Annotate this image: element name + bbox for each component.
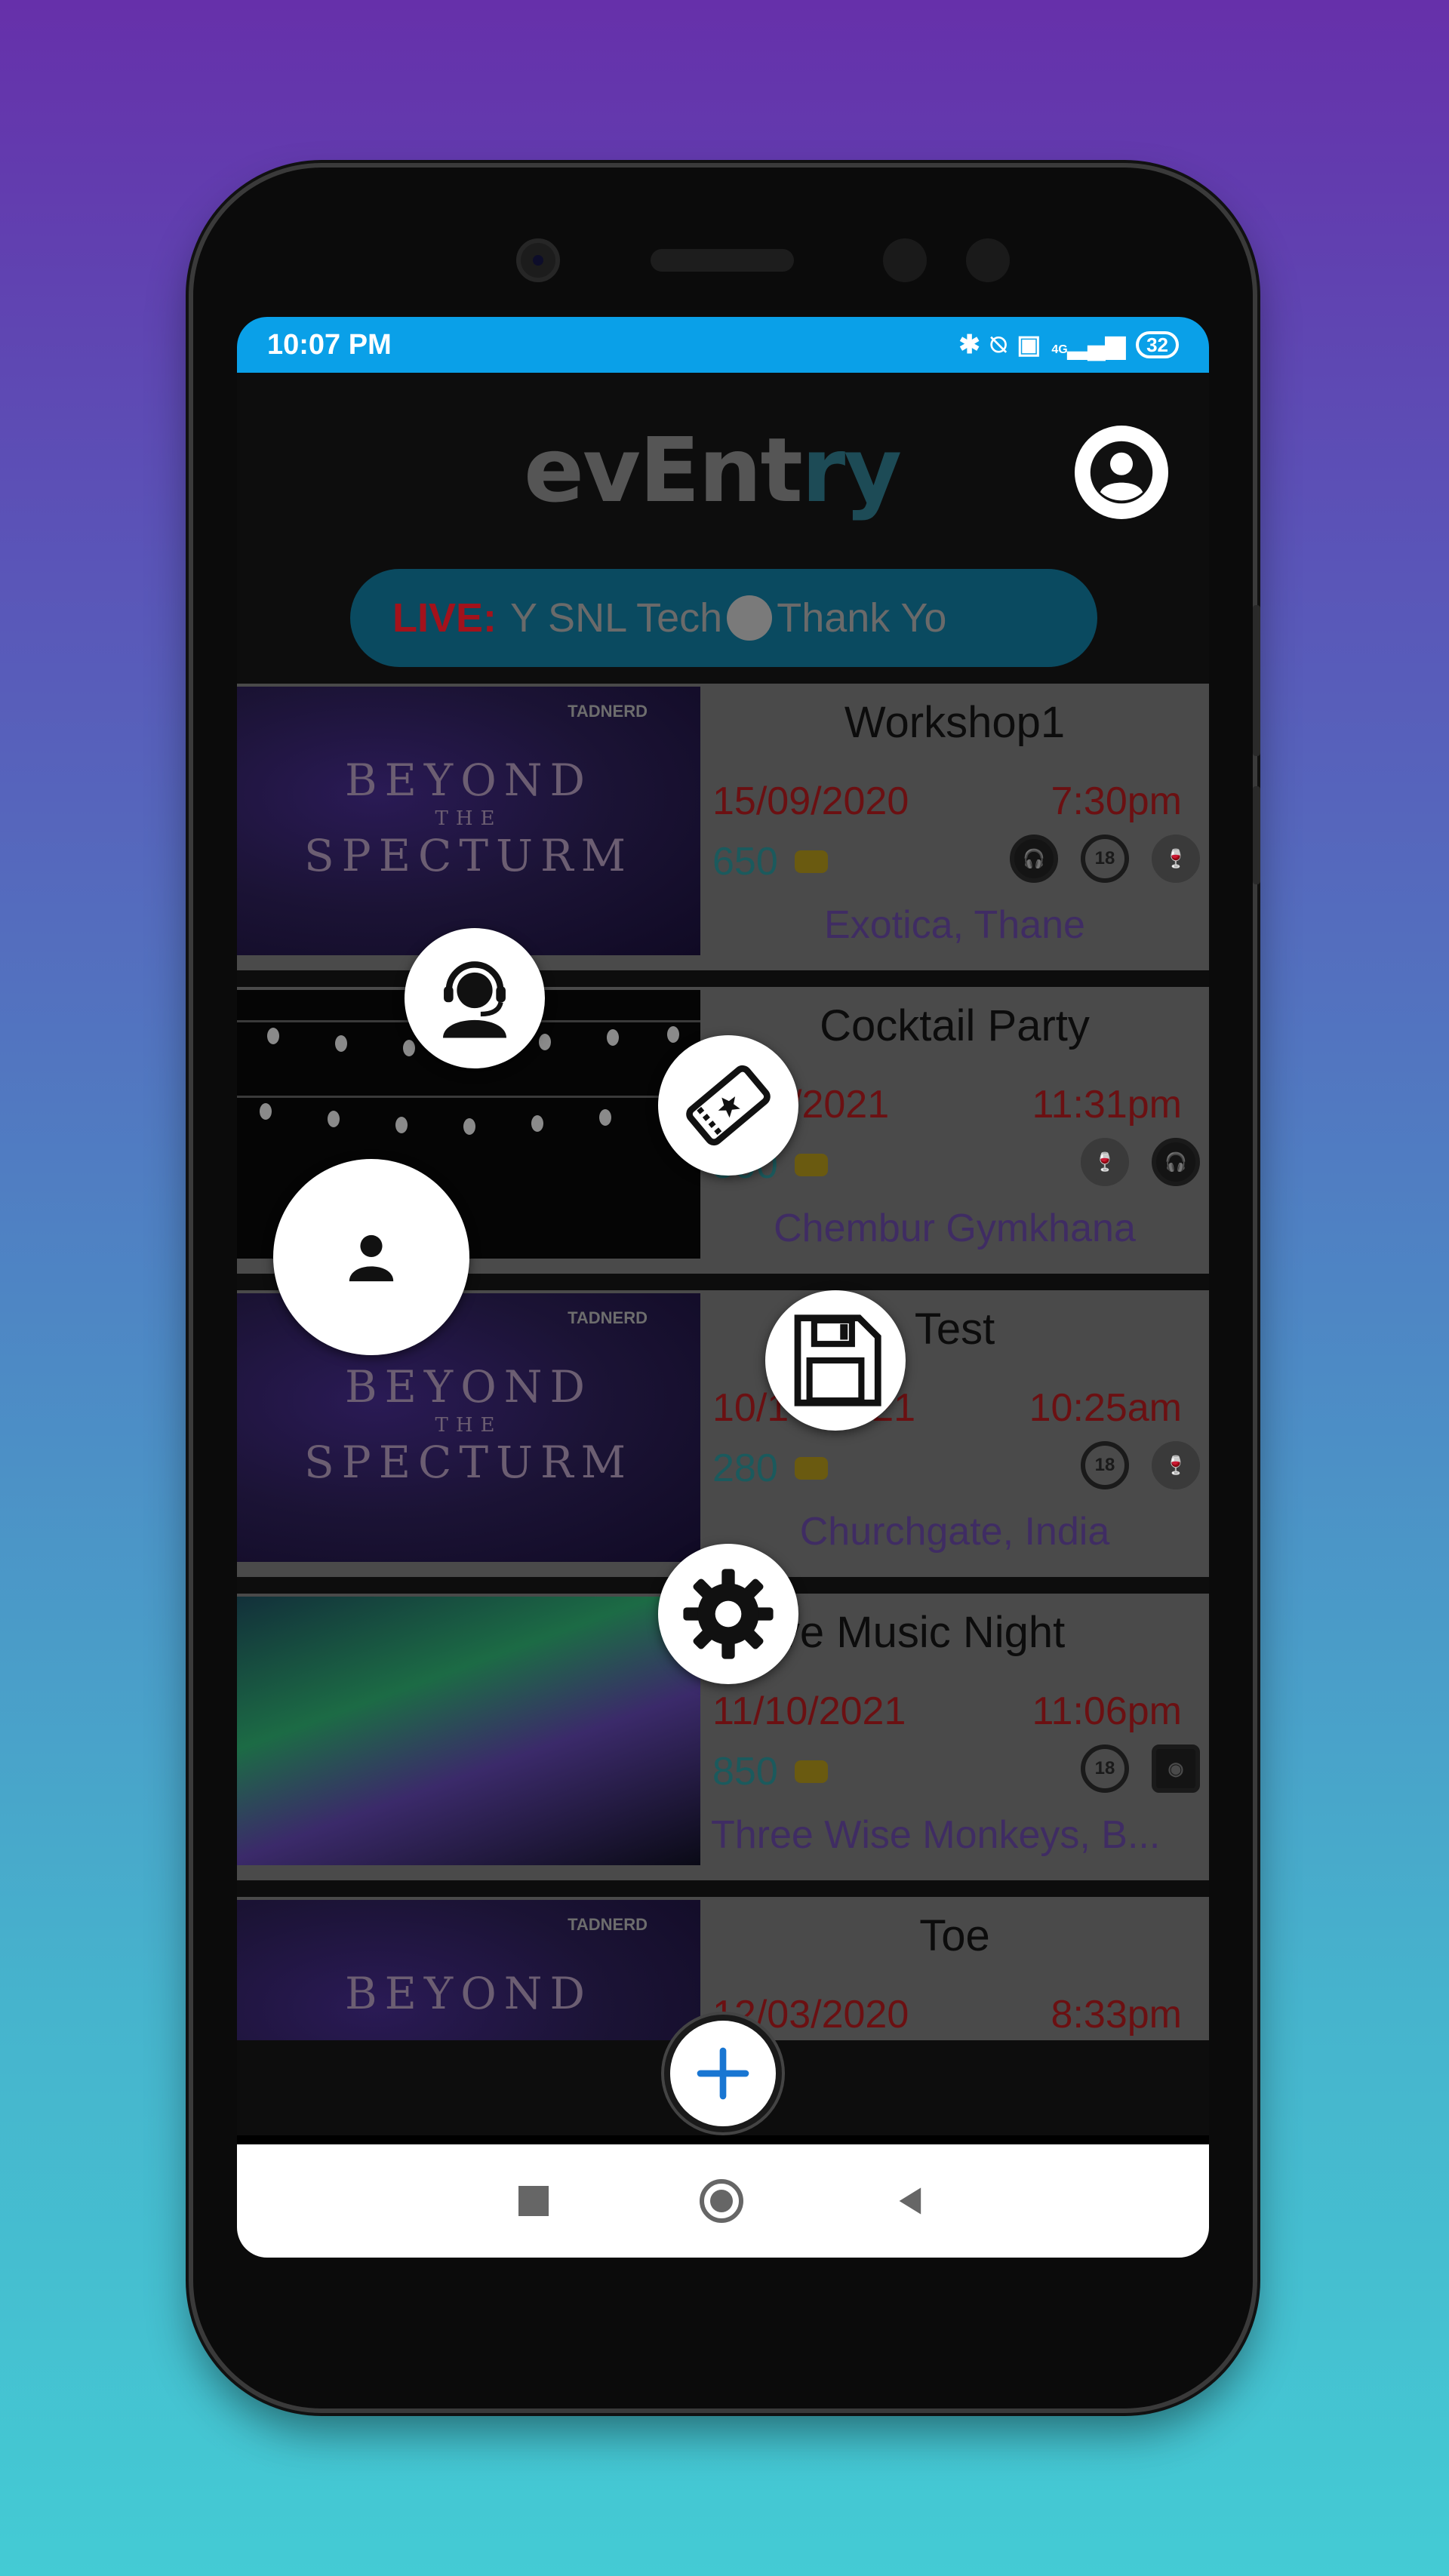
- event-title: Toe: [919, 1911, 990, 1960]
- event-price: 280: [712, 1446, 828, 1491]
- mute-icon: ⍉: [990, 330, 1007, 359]
- profile-button[interactable]: [1075, 426, 1168, 519]
- sensor-dot: [883, 238, 927, 282]
- event-time: 10:25am: [1029, 1386, 1182, 1430]
- dj-icon: ◉: [1152, 1744, 1200, 1793]
- event-venue: Chembur Gymkhana: [774, 1207, 1136, 1250]
- coins-icon: [794, 1154, 828, 1176]
- power-button: [1253, 786, 1260, 884]
- sensor-dot: [966, 238, 1010, 282]
- ticker-text: Y SNL Tech: [510, 595, 723, 641]
- add-icon: [697, 2047, 749, 2100]
- event-price: 650: [712, 839, 828, 884]
- person-icon: [349, 1234, 394, 1282]
- account-menu-button[interactable]: [273, 1159, 469, 1355]
- support-menu-button[interactable]: [405, 928, 545, 1068]
- event-date: /2021: [791, 1083, 890, 1127]
- add-event-button[interactable]: [664, 2015, 782, 2132]
- settings-icon: [683, 1569, 774, 1659]
- tickets-menu-button[interactable]: [658, 1035, 798, 1176]
- support-agent-icon: [443, 961, 506, 1038]
- back-icon[interactable]: [894, 2184, 928, 2218]
- event-time: 11:06pm: [1032, 1689, 1182, 1733]
- event-poster: [237, 1597, 700, 1865]
- volume-button: [1253, 605, 1260, 756]
- event-title: Cocktail Party: [820, 1001, 1090, 1050]
- status-bar: 10:07 PM ✱ ⍉ ▣ 4G▂▄▆ 32: [237, 317, 1209, 373]
- age-18-icon: 18: [1081, 835, 1129, 883]
- live-ticker[interactable]: LIVE: Y SNL Tech Thank Yo: [350, 569, 1097, 667]
- app-logo: evEntry: [524, 418, 902, 522]
- headphones-icon: 🎧: [1152, 1138, 1200, 1186]
- ticker-text: Thank Yo: [777, 595, 947, 641]
- headphones-icon: 🎧: [1010, 835, 1058, 883]
- settings-menu-button[interactable]: [658, 1544, 798, 1684]
- event-time: 7:30pm: [1051, 779, 1182, 823]
- event-list: TADNERD BEYOND THE SPECTURM Workshop1 15…: [237, 684, 1209, 2040]
- event-time: 11:31pm: [1032, 1083, 1182, 1127]
- signal-icon: 4G▂▄▆: [1051, 330, 1126, 359]
- event-poster: TADNERD BEYOND: [237, 1900, 700, 2040]
- battery-icon: 32: [1136, 331, 1179, 358]
- event-poster: TADNERD BEYOND THE SPECTURM: [237, 687, 700, 955]
- coins-icon: [794, 850, 828, 873]
- event-date: 15/09/2020: [712, 779, 909, 823]
- sim-icon: ▣: [1017, 330, 1041, 359]
- live-label: LIVE:: [392, 595, 497, 641]
- coins-icon: [794, 1760, 828, 1783]
- event-venue: Exotica, Thane: [824, 903, 1085, 947]
- bluetooth-icon: ✱: [958, 330, 980, 359]
- event-venue: Three Wise Monkeys, B...: [711, 1813, 1161, 1857]
- age-18-icon: 18: [1081, 1441, 1129, 1489]
- saved-menu-button[interactable]: [765, 1290, 906, 1431]
- system-nav-bar: [237, 2144, 1209, 2258]
- event-date: 11/10/2021: [712, 1689, 906, 1733]
- device-screen: 10:07 PM ✱ ⍉ ▣ 4G▂▄▆ 32 evEntry LIVE: Y …: [237, 317, 1209, 2258]
- earpiece-speaker: [651, 249, 794, 272]
- event-time: 8:33pm: [1051, 1993, 1182, 2037]
- age-18-icon: 18: [1081, 1744, 1129, 1793]
- ticker-separator-icon: [727, 595, 773, 641]
- event-venue: Churchgate, India: [799, 1510, 1110, 1554]
- event-price: 850: [712, 1749, 828, 1794]
- recents-icon[interactable]: [518, 2186, 549, 2216]
- wine-icon: 🍷: [1152, 835, 1200, 883]
- event-poster: TADNERD BEYOND THE SPECTURM: [237, 1293, 700, 1562]
- front-camera: [516, 238, 560, 282]
- event-card[interactable]: TADNERD BEYOND THE SPECTURM Workshop1 15…: [237, 684, 1209, 970]
- account-icon: [1090, 441, 1153, 504]
- ticket-icon: [686, 1065, 771, 1146]
- wine-icon: 🍷: [1152, 1441, 1200, 1489]
- coins-icon: [794, 1457, 828, 1480]
- home-icon[interactable]: [700, 2179, 743, 2223]
- save-icon: [794, 1314, 881, 1406]
- wine-icon: 🍷: [1081, 1138, 1129, 1186]
- status-time: 10:07 PM: [267, 328, 392, 361]
- event-title: Workshop1: [844, 698, 1066, 747]
